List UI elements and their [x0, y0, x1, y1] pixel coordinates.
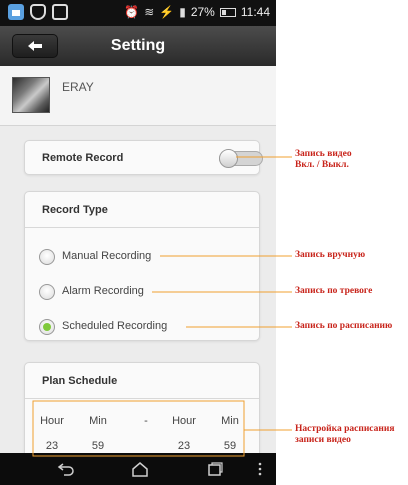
annotation-alarm-recording: Запись по тревоге — [295, 286, 373, 296]
annotation-lines — [32, 156, 292, 457]
annotation-schedule-box — [32, 400, 245, 457]
annotation-remote-record-onoff: Вкл. / Выкл. — [295, 160, 349, 170]
annotation-scheduled-recording: Запись по расписанию — [295, 321, 393, 331]
annotation-manual-recording: Запись вручную — [295, 250, 366, 260]
annotation-schedule-setup: Настройка расписания — [295, 424, 395, 434]
annotation-schedule-setup-line2: записи видео — [295, 435, 351, 445]
annotation-remote-record: Запись видео — [295, 149, 352, 159]
